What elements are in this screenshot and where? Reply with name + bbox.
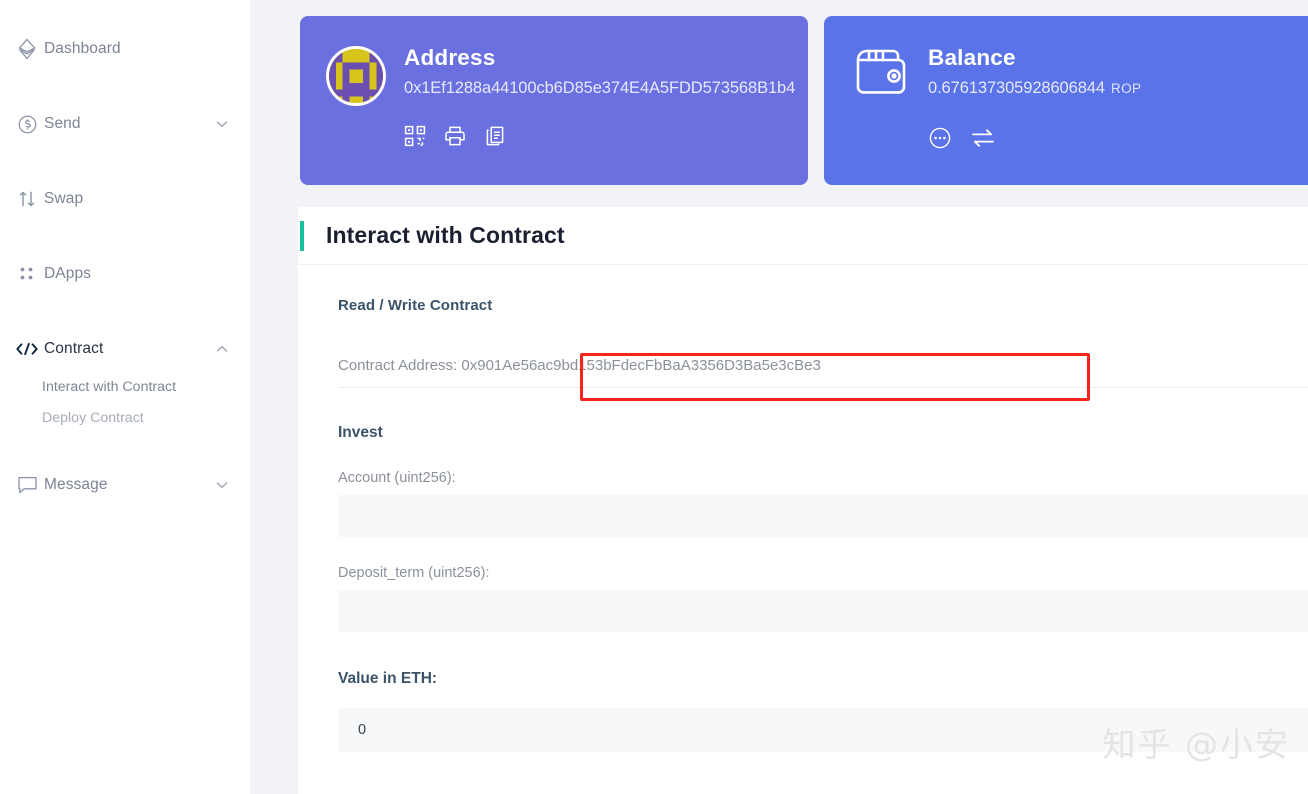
more-dots-icon[interactable] (928, 126, 952, 150)
sidebar-item-dashboard[interactable]: Dashboard (0, 36, 250, 62)
chevron-up-icon[interactable] (216, 345, 228, 353)
sidebar-item-swap[interactable]: Swap (0, 186, 250, 212)
contract-address-input[interactable]: Contract Address: 0x901Ae56ac9bd153bFdec… (338, 344, 1308, 388)
exchange-arrows-icon[interactable] (970, 126, 996, 150)
avatar (326, 46, 386, 106)
qr-code-icon[interactable] (404, 125, 426, 147)
sidebar-item-send[interactable]: Send (0, 111, 250, 137)
sidebar-item-label: Contract (44, 340, 103, 358)
printer-icon[interactable] (444, 125, 466, 147)
field-input-account[interactable] (338, 495, 1308, 537)
panel-body: Read / Write Contract Contract Address: … (298, 265, 1308, 752)
sidebar-item-message[interactable]: Message (0, 472, 250, 498)
balance-card-title: Balance (928, 44, 1141, 72)
address-card-title: Address (404, 44, 795, 72)
address-card-body: Address 0x1Ef1288a44100cb6D85e374E4A5FDD… (404, 42, 795, 185)
wallet-address-value: 0x1Ef1288a44100cb6D85e374E4A5FDD573568B1… (404, 75, 795, 101)
wallet-icon (850, 44, 912, 185)
field-label-account: Account (uint256): (338, 470, 1308, 486)
ethereum-diamond-icon (10, 38, 44, 60)
panel-header: Interact with Contract (298, 207, 1308, 265)
address-card-actions (404, 125, 795, 147)
balance-currency-unit: ROP (1111, 81, 1141, 96)
balance-card-body: Balance 0.676137305928606844 ROP (928, 42, 1141, 185)
read-write-contract-label: Read / Write Contract (338, 297, 1308, 314)
sidebar-item-contract[interactable]: Contract (0, 336, 250, 362)
send-circle-icon (10, 114, 44, 135)
sidebar-item-dapps[interactable]: DApps (0, 261, 250, 287)
swap-arrows-icon (10, 189, 44, 209)
value-in-eth-label: Value in ETH: (338, 670, 1308, 688)
chat-bubble-icon (10, 475, 44, 495)
page-title: Interact with Contract (326, 222, 565, 249)
sidebar-contract-subnav: Interact with Contract Deploy Contract (0, 372, 250, 434)
interact-with-contract-panel: Interact with Contract Read / Write Cont… (298, 207, 1308, 794)
app-root: Dashboard Send Swap (0, 0, 1308, 794)
sidebar-item-label: Send (44, 115, 81, 133)
field-label-deposit-term: Deposit_term (uint256): (338, 565, 1308, 581)
copy-icon[interactable] (484, 125, 506, 147)
chevron-down-icon[interactable] (216, 481, 228, 489)
sidebar-item-interact-with-contract[interactable]: Interact with Contract (42, 372, 250, 403)
balance-card: Balance 0.676137305928606844 ROP (824, 16, 1308, 185)
accent-bar (300, 221, 304, 251)
field-input-deposit-term[interactable] (338, 590, 1308, 632)
sidebar-item-label: Message (44, 476, 108, 494)
sidebar-item-label: Dashboard (44, 40, 121, 58)
chevron-down-icon[interactable] (216, 120, 228, 128)
grid-dots-icon (10, 264, 44, 284)
sidebar-item-label: DApps (44, 265, 91, 283)
sidebar-item-deploy-contract[interactable]: Deploy Contract (42, 403, 250, 434)
sidebar: Dashboard Send Swap (0, 0, 250, 794)
balance-value-row: 0.676137305928606844 ROP (928, 75, 1141, 102)
balance-amount: 0.676137305928606844 (928, 79, 1105, 97)
watermark: 知乎 @小安 (1103, 718, 1291, 766)
main-content: Address 0x1Ef1288a44100cb6D85e374E4A5FDD… (250, 0, 1308, 794)
sidebar-item-label: Swap (44, 190, 83, 208)
code-brackets-icon (10, 341, 44, 357)
address-card: Address 0x1Ef1288a44100cb6D85e374E4A5FDD… (300, 16, 808, 185)
summary-cards: Address 0x1Ef1288a44100cb6D85e374E4A5FDD… (250, 8, 1308, 185)
function-name-title: Invest (338, 424, 1308, 442)
balance-card-actions (928, 126, 1141, 150)
